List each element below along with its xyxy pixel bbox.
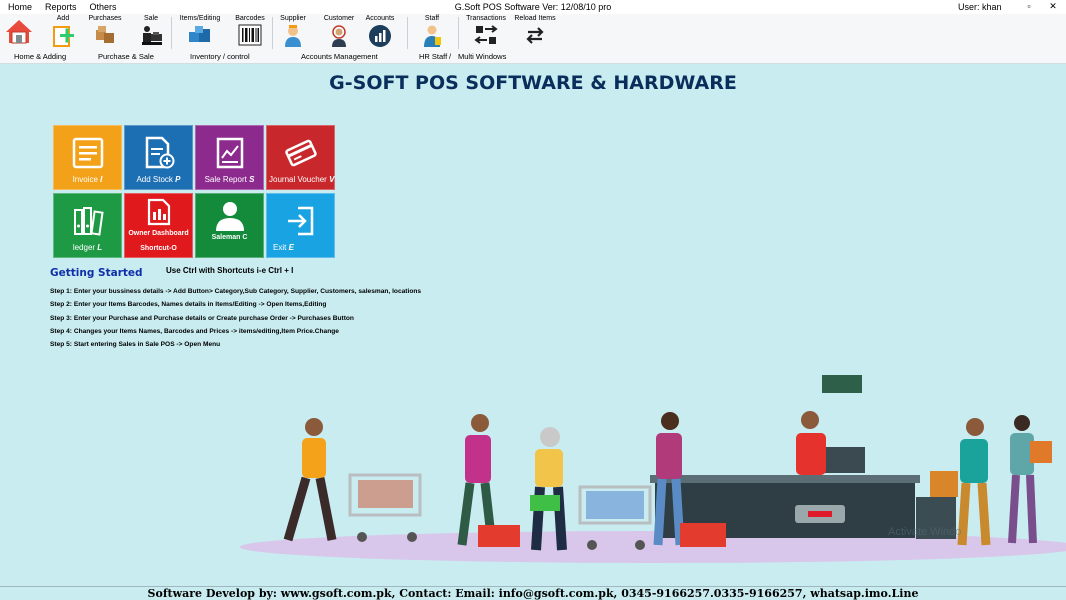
add-stock-shortcut: P [175, 175, 181, 184]
items-editing-icon [189, 26, 210, 42]
sale-icon [142, 26, 162, 45]
sale-report-shortcut: S [249, 175, 255, 184]
supplier-button[interactable]: Supplier [278, 14, 308, 48]
saleman-label: Saleman C [211, 234, 248, 241]
reload-items-label: Reload Items [514, 15, 556, 22]
barcodes-button[interactable]: Barcodes [234, 14, 266, 46]
barcode-icon [238, 24, 262, 46]
sale-report-label: Sale Report [204, 175, 247, 184]
ledger-shortcut: L [97, 243, 103, 252]
ledger-label: ledger [72, 243, 96, 252]
invoice-icon [72, 137, 103, 169]
activate-windows-watermark: Activate Windo [888, 526, 962, 538]
app-title: G.Soft POS Software Ver: 12/08/10 pro [454, 2, 612, 12]
ledger-tile[interactable]: ledger L [53, 193, 122, 258]
owner-dashboard-shortcut: Shortcut-O [140, 245, 177, 252]
ribbon-toolbar: Add Purchases Sale Items/Editing Barcode… [0, 14, 1066, 64]
main-title: G-SOFT POS SOFTWARE & HARDWARE [329, 72, 737, 94]
journal-voucher-label: Journal Voucher [269, 175, 327, 184]
exit-tile[interactable]: Exit E [266, 193, 335, 258]
shopper-figure [283, 418, 337, 542]
exit-icon [287, 206, 313, 236]
add-icon [53, 26, 74, 47]
reload-icon [526, 27, 544, 44]
ribbon-separator [407, 17, 408, 49]
staff-label: Staff [424, 15, 440, 22]
sale-label: Sale [143, 15, 158, 22]
home-icon [6, 20, 32, 44]
transactions-label: Transactions [466, 15, 506, 22]
owner-dashboard-tile[interactable]: Owner Dashboard Shortcut-O [124, 193, 193, 258]
customer-button[interactable]: Customer [322, 14, 356, 48]
reload-items-button[interactable]: Reload Items [512, 14, 558, 46]
minimize-button[interactable]: ▫ [1024, 1, 1034, 12]
purchases-icon [96, 26, 114, 43]
sale-report-tile[interactable]: Sale Report S [195, 125, 264, 190]
saleman-tile[interactable]: Saleman C [195, 193, 264, 258]
add-label: Add [56, 15, 70, 22]
user-label: User: khan [958, 2, 1002, 12]
group-inventory-control: Inventory / control [190, 52, 250, 61]
footer-contact: Software Develop by: www.gsoft.com.pk, C… [0, 586, 1066, 600]
title-bar: Home Reports Others G.Soft POS Software … [0, 0, 1066, 14]
group-home-adding: Home & Adding [14, 52, 67, 61]
steps-list: Step 1: Enter your bussiness details -> … [50, 285, 421, 351]
supplier-label: Supplier [280, 15, 306, 22]
group-slash: / [449, 52, 452, 61]
step-2: Step 2: Enter your Items Barcodes, Names… [50, 301, 327, 309]
purchases-button[interactable]: Purchases [86, 14, 124, 46]
group-accounts-management: Accounts Management [301, 52, 378, 61]
group-multi-windows: Multi Windows [458, 52, 507, 61]
invoice-shortcut: I [100, 175, 103, 184]
invoice-tile[interactable]: Invoice I [53, 125, 122, 190]
add-stock-label: Add Stock [136, 175, 173, 184]
shortcut-hint: Use Ctrl with Shortcuts i-e Ctrl + I [166, 266, 294, 275]
transactions-button[interactable]: Transactions [464, 14, 508, 46]
add-stock-tile[interactable]: Add Stock P [124, 125, 193, 190]
transactions-icon [474, 25, 498, 44]
getting-started-heading: Getting Started [50, 267, 143, 279]
ribbon-separator [171, 17, 172, 49]
sale-button[interactable]: Sale [138, 14, 164, 48]
owner-dashboard-label: Owner Dashboard [128, 230, 189, 237]
owner-dashboard-icon [147, 198, 170, 226]
exit-shortcut: E [288, 243, 294, 252]
ribbon-separator [272, 17, 273, 49]
invoice-label: Invoice [72, 175, 98, 184]
journal-voucher-icon [284, 139, 317, 167]
add-stock-icon [145, 136, 174, 169]
sale-report-icon [216, 137, 243, 169]
journal-voucher-shortcut: V [329, 175, 335, 184]
close-button[interactable]: ✕ [1048, 1, 1058, 12]
step-3: Step 3: Enter your Purchase and Purchase… [50, 314, 354, 322]
home-button[interactable] [4, 17, 34, 44]
staff-icon [424, 25, 441, 47]
step-5: Step 5: Start entering Sales in Sale POS… [50, 341, 221, 349]
step-4: Step 4: Changes your Items Names, Barcod… [50, 327, 339, 335]
saleman-icon [215, 202, 244, 231]
accounts-label: Accounts [365, 15, 395, 22]
exit-label: Exit [273, 243, 287, 252]
customer-icon [332, 25, 346, 47]
ledger-icon [73, 207, 104, 236]
journal-voucher-tile[interactable]: Journal Voucher V [266, 125, 335, 190]
items-editing-button[interactable]: Items/Editing [176, 14, 224, 46]
supplier-icon [285, 25, 301, 47]
add-button[interactable]: Add [50, 14, 76, 48]
group-purchase-sale: Purchase & Sale [98, 52, 154, 61]
ribbon-separator [458, 17, 459, 49]
group-hr-staff: HR Staff [419, 52, 448, 61]
step-1: Step 1: Enter your bussiness details -> … [50, 288, 422, 295]
accounts-button[interactable]: Accounts [364, 14, 396, 48]
staff-button[interactable]: Staff [418, 14, 446, 48]
customer-label: Customer [323, 15, 355, 22]
items-editing-label: Items/Editing [179, 15, 221, 22]
purchases-label: Purchases [88, 15, 122, 22]
accounts-icon [369, 25, 391, 47]
barcodes-label: Barcodes [235, 15, 265, 22]
